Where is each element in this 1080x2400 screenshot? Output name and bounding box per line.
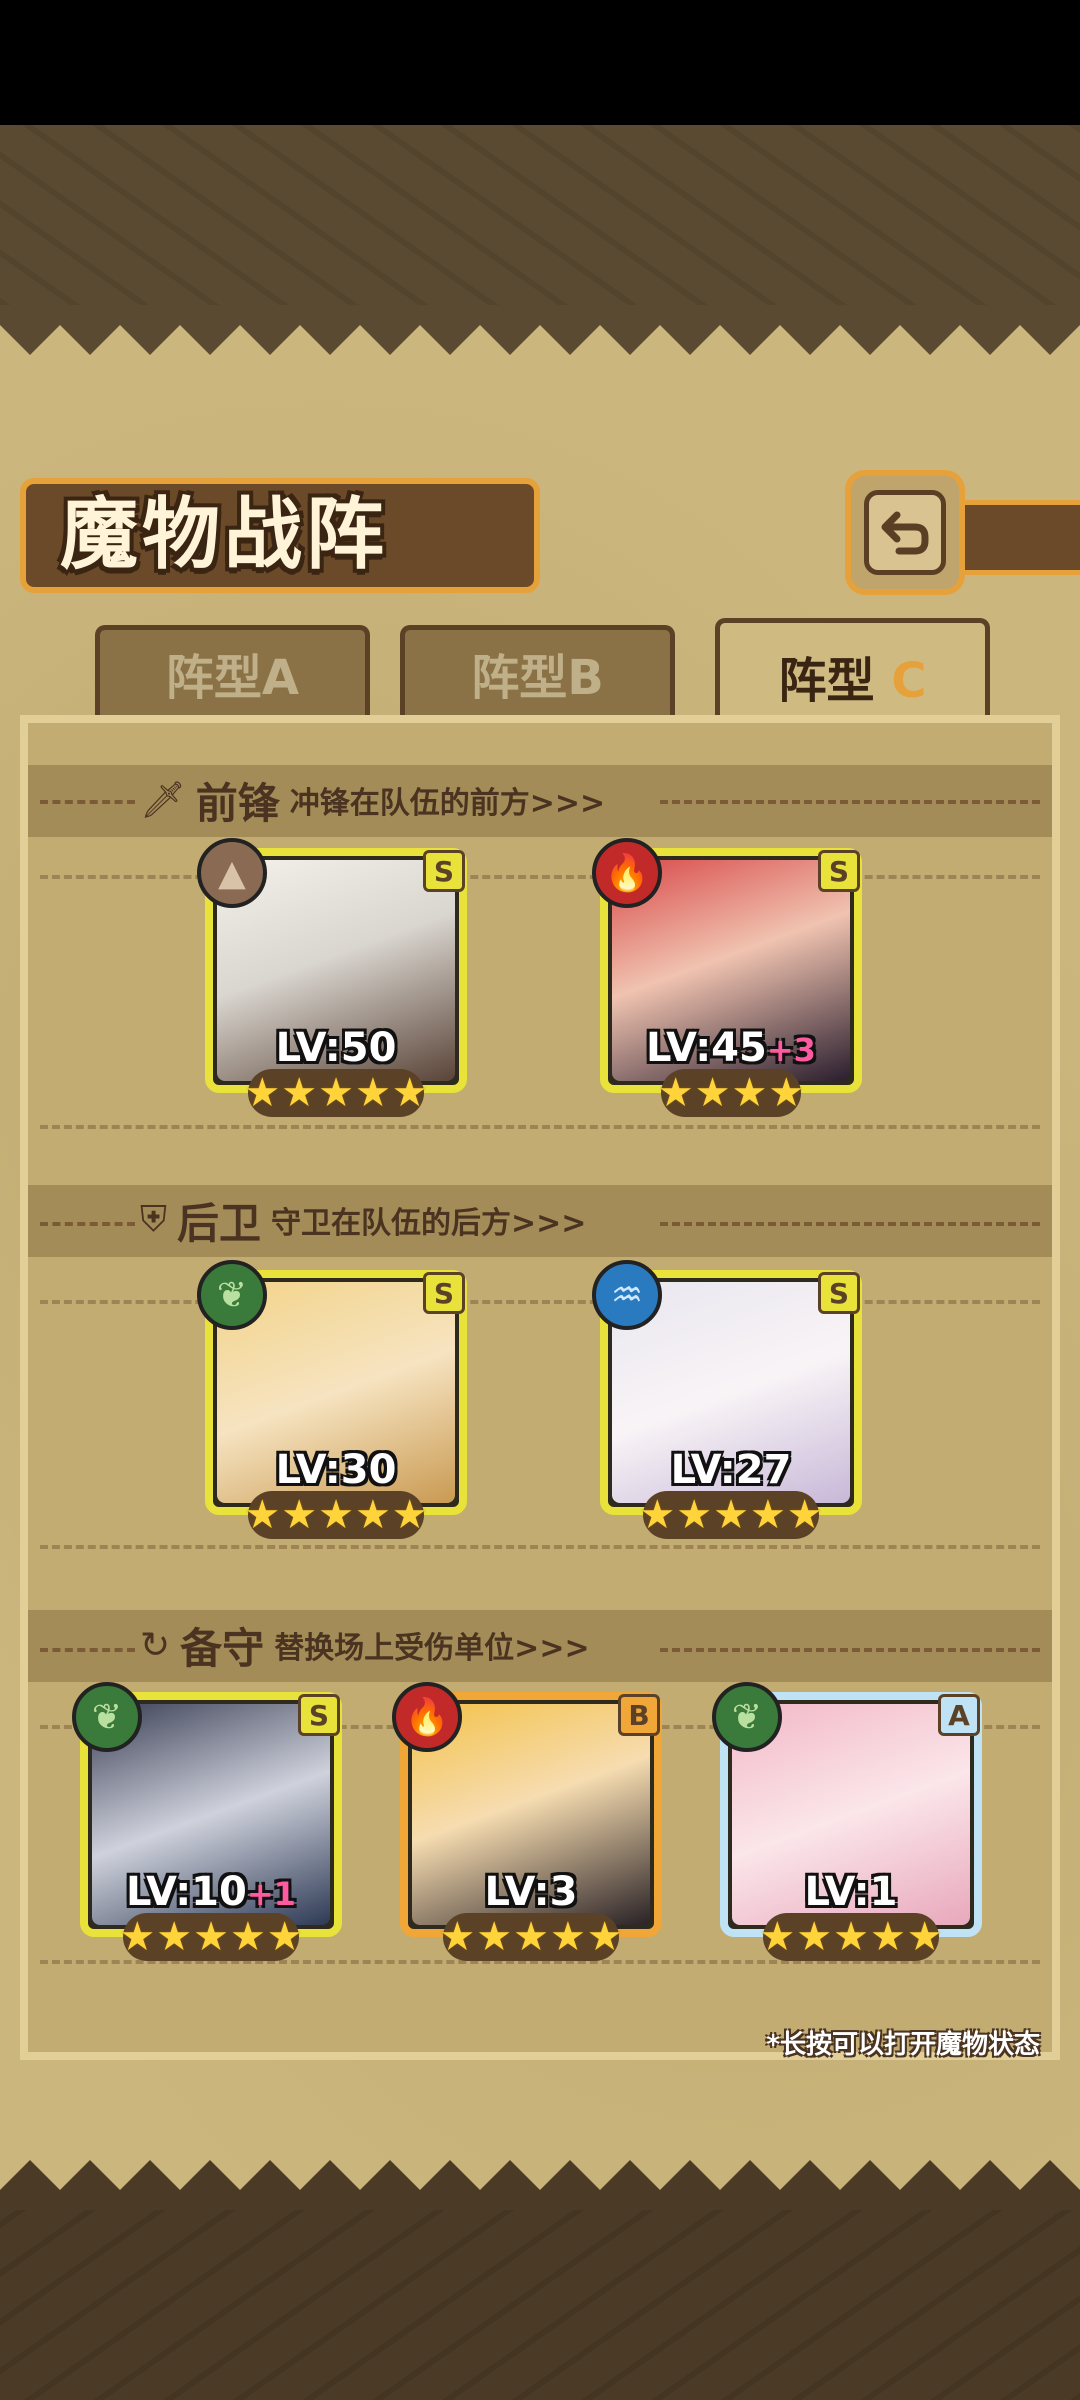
lane-line [40, 875, 1040, 879]
tab-letter: A [261, 649, 300, 706]
rank-badge: S [298, 1694, 340, 1736]
star-rating: ★ ★ ★ ★ ★ [439, 1913, 623, 1961]
unit-level: LV:1 [728, 1869, 974, 1915]
star-rating: ★ ★ ★ ★ ★ [759, 1913, 943, 1961]
rank-badge: S [423, 1272, 465, 1314]
rank-badge: S [818, 850, 860, 892]
star-rating: ★ ★ ★ ★ ★ [244, 1491, 428, 1539]
unit-level: LV:50 [213, 1025, 459, 1071]
unit-card[interactable]: ❦ A LV:1 ★ ★ ★ ★ ★ [712, 1682, 982, 1961]
wood-element-icon: ❦ [197, 1260, 267, 1330]
torn-edge-top [0, 305, 1080, 355]
section-rear-header: ⛨ 后卫 守卫在队伍的后方>>> [140, 1190, 586, 1250]
map-background-bottom [0, 2210, 1080, 2400]
unit-level: LV:30 [213, 1447, 459, 1493]
star-rating: ★ ★ ★ ★ [657, 1069, 805, 1117]
lane-line [40, 1125, 1040, 1129]
section-desc: 替换场上受伤单位>>> [274, 1631, 590, 1666]
unit-level: LV:3 [408, 1869, 654, 1915]
unit-card[interactable]: ♒ S LV:27 ★ ★ ★ ★ ★ [592, 1260, 862, 1539]
level-text: LV:27 [670, 1447, 792, 1493]
section-desc: 守卫在队伍的后方>>> [271, 1206, 587, 1241]
divider [660, 800, 1040, 804]
map-background-top [0, 125, 1080, 305]
fire-element-icon: 🔥 [392, 1682, 462, 1752]
tab-label: 阵型 [778, 652, 875, 709]
divider [660, 1222, 1040, 1226]
swap-icon: ↻ [140, 1624, 171, 1666]
divider [40, 1222, 135, 1226]
unit-card[interactable]: 🔥 B LV:3 ★ ★ ★ ★ ★ [392, 1682, 662, 1961]
section-reserve-header: ↻ 备守 替换场上受伤单位>>> [140, 1615, 590, 1675]
unit-level: LV:45+3 [608, 1025, 854, 1071]
level-text: LV:30 [275, 1447, 397, 1493]
torn-edge-bottom [0, 2160, 1080, 2210]
divider [660, 1648, 1040, 1652]
unit-card[interactable]: ▲ S LV:50 ★ ★ ★ ★ ★ [197, 838, 467, 1117]
status-bar [0, 0, 1080, 125]
unit-card[interactable]: ❦ S LV:30 ★ ★ ★ ★ ★ [197, 1260, 467, 1539]
level-text: LV:1 [804, 1869, 898, 1915]
back-button[interactable] [845, 470, 965, 595]
section-title: 备守 [180, 1623, 265, 1673]
section-front-header: 🗡 前锋 冲锋在队伍的前方>>> [140, 770, 605, 830]
rank-badge: S [818, 1272, 860, 1314]
star-rating: ★ ★ ★ ★ ★ [119, 1913, 303, 1961]
rank-badge: B [618, 1694, 660, 1736]
earth-element-icon: ▲ [197, 838, 267, 908]
wood-element-icon: ❦ [712, 1682, 782, 1752]
unit-card[interactable]: ❦ S LV:10+1 ★ ★ ★ ★ ★ [72, 1682, 342, 1961]
back-arrow-icon [881, 511, 929, 554]
unit-level: LV:10+1 [88, 1869, 334, 1915]
tab-label: 阵型 [471, 649, 568, 706]
fire-element-icon: 🔥 [592, 838, 662, 908]
section-title: 前锋 [195, 778, 280, 828]
tab-formation-a[interactable]: 阵型A [95, 625, 370, 715]
unit-card[interactable]: 🔥 S LV:45+3 ★ ★ ★ ★ [592, 838, 862, 1117]
sword-icon: 🗡 [140, 780, 186, 821]
rank-badge: A [938, 1694, 980, 1736]
tab-letter: C [891, 652, 927, 709]
section-desc: 冲锋在队伍的前方>>> [289, 786, 606, 821]
divider [40, 1648, 135, 1652]
lane-line [40, 1545, 1040, 1549]
rank-badge: S [423, 850, 465, 892]
tab-formation-c[interactable]: 阵型 C [715, 618, 990, 728]
tab-letter: B [567, 649, 604, 706]
water-element-icon: ♒ [592, 1260, 662, 1330]
star-rating: ★ ★ ★ ★ ★ [639, 1491, 823, 1539]
divider [40, 800, 135, 804]
level-bonus: +3 [766, 1031, 816, 1069]
tab-label: 阵型 [165, 649, 262, 706]
level-bonus: +1 [246, 1875, 296, 1913]
level-text: LV:3 [484, 1869, 578, 1915]
section-title: 后卫 [177, 1198, 262, 1248]
lane-line [40, 1300, 1040, 1304]
back-rail [965, 500, 1080, 575]
star-rating: ★ ★ ★ ★ ★ [244, 1069, 428, 1117]
tab-formation-b[interactable]: 阵型B [400, 625, 675, 715]
level-text: LV:10 [126, 1869, 247, 1915]
shield-icon: ⛨ [140, 1199, 168, 1240]
unit-level: LV:27 [608, 1447, 854, 1493]
wood-element-icon: ❦ [72, 1682, 142, 1752]
page-title: 魔物战阵 [60, 490, 389, 580]
long-press-hint: *长按可以打开魔物状态 [766, 2030, 1040, 2060]
level-text: LV:50 [275, 1025, 397, 1071]
level-text: LV:45 [646, 1025, 767, 1071]
